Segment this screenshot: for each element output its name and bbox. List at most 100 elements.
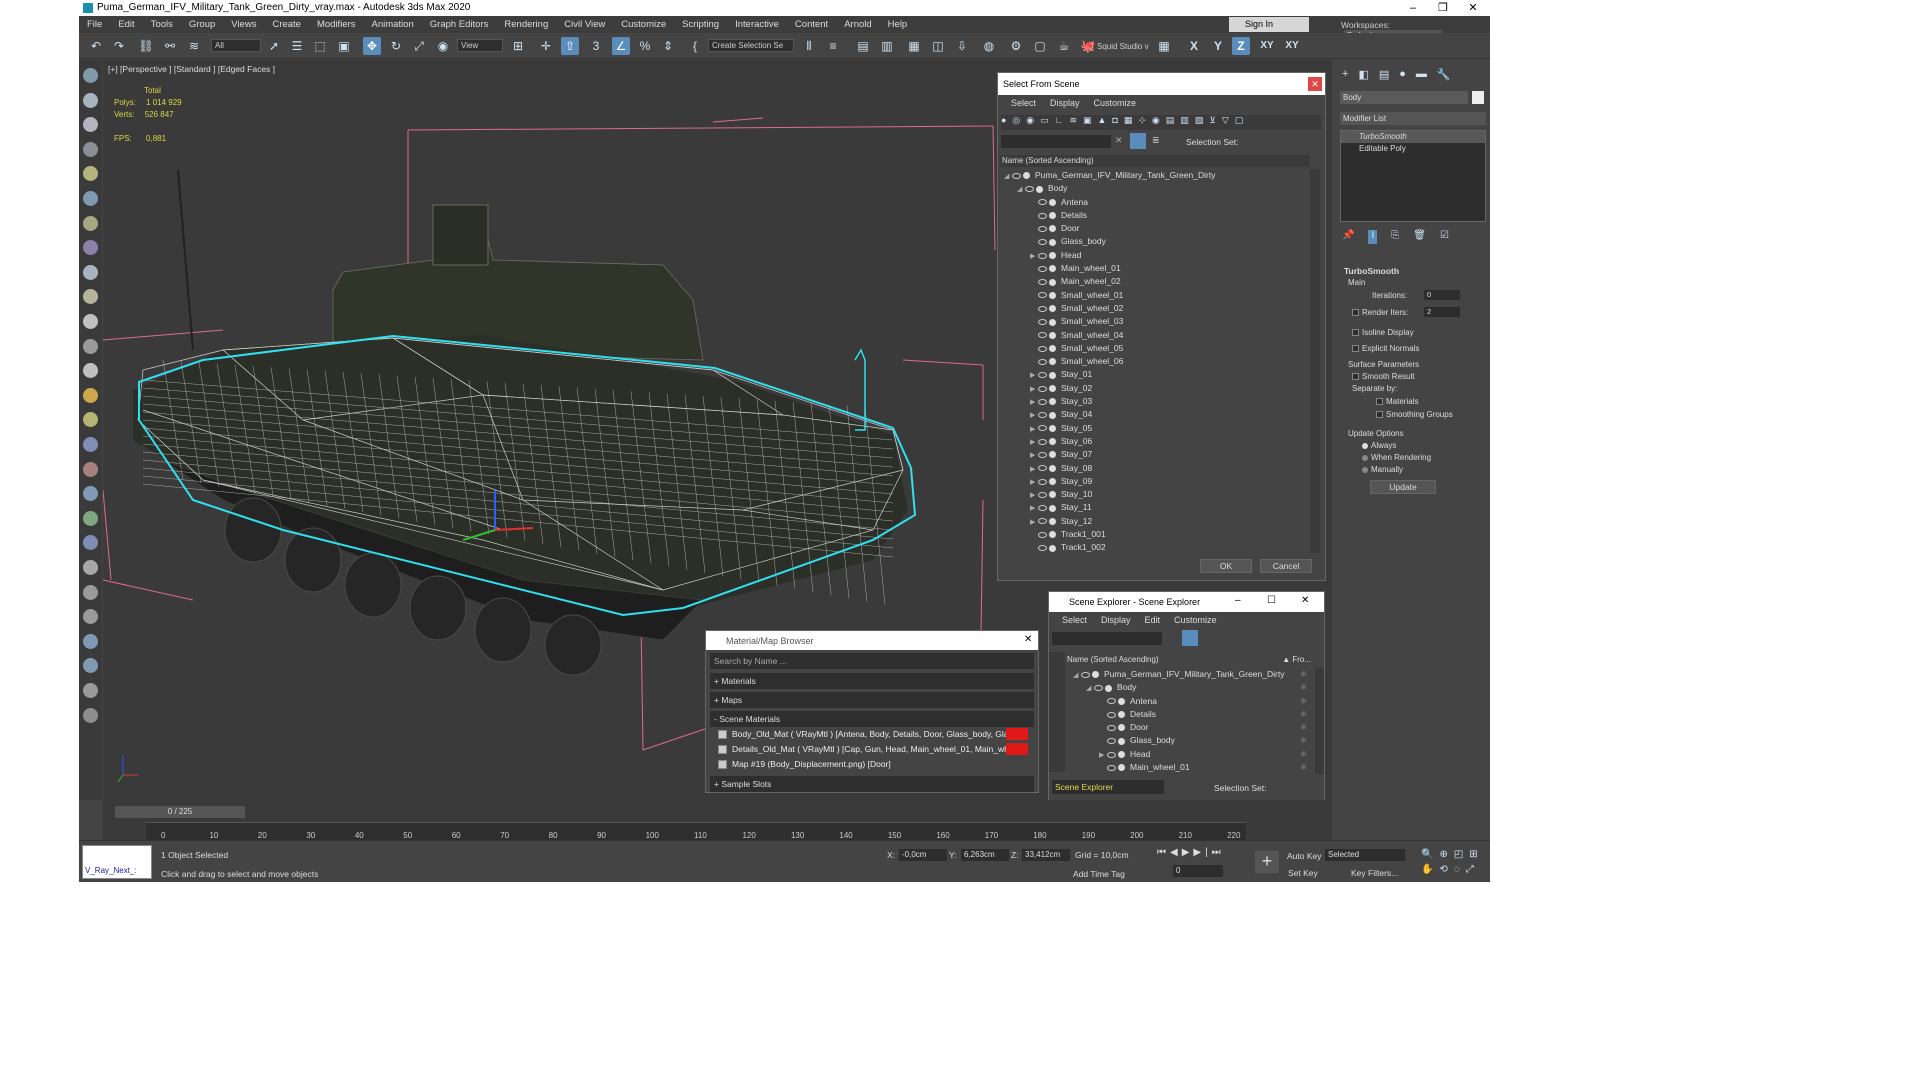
- tree-row[interactable]: ▶ Stay_04: [998, 408, 1310, 421]
- menu-item-edit[interactable]: Edit: [110, 19, 142, 30]
- freeze-icon[interactable]: ❄: [1300, 668, 1307, 681]
- tree-row[interactable]: ▶ Stay_05: [998, 422, 1310, 435]
- clear-search-icon[interactable]: ✕: [1115, 135, 1123, 146]
- visibility-eye-icon[interactable]: [1038, 465, 1047, 472]
- material-item[interactable]: Body_Old_Mat ( VRayMtl ) [Antena, Body, …: [718, 727, 1030, 741]
- update-button[interactable]: Update: [1370, 480, 1436, 494]
- menu-item-views[interactable]: Views: [223, 19, 264, 30]
- material-item[interactable]: Details_Old_Mat ( VRayMtl ) [Cap, Gun, H…: [718, 742, 1030, 756]
- visibility-eye-icon[interactable]: [1038, 332, 1047, 339]
- scale-icon[interactable]: ⤢: [410, 37, 428, 55]
- tree-row[interactable]: ▶ Stay_11: [998, 501, 1310, 514]
- se-search-input[interactable]: [1052, 632, 1162, 645]
- close-icon[interactable]: ✕: [1024, 634, 1032, 645]
- command-tool-icon[interactable]: [83, 68, 98, 83]
- key-filters-button[interactable]: Key Filters...: [1351, 868, 1398, 878]
- mirror-icon[interactable]: ⫴: [800, 37, 818, 55]
- command-tool-icon[interactable]: [83, 117, 98, 133]
- command-tool-icon[interactable]: [83, 707, 98, 723]
- command-tool-icon[interactable]: [83, 240, 98, 256]
- command-tool-icon[interactable]: [83, 633, 98, 649]
- layer-explorer-icon[interactable]: ▥: [878, 37, 896, 55]
- tree-row[interactable]: Main_wheel_01 ❄: [1067, 761, 1313, 774]
- sfs-search-input[interactable]: [1001, 135, 1111, 148]
- menu-item-help[interactable]: Help: [880, 19, 916, 30]
- scene-explorer-icon[interactable]: ▤: [854, 37, 872, 55]
- freeze-icon[interactable]: ❄: [1300, 721, 1307, 734]
- freeze-icon[interactable]: ❄: [1300, 695, 1307, 708]
- command-tool-icon[interactable]: [83, 387, 98, 403]
- tree-row[interactable]: ◢ Puma_German_IFV_Military_Tank_Green_Dir…: [1067, 668, 1313, 681]
- mmb-scene-materials-group[interactable]: - Scene Materials: [710, 711, 1034, 727]
- visibility-eye-icon[interactable]: [1038, 412, 1047, 419]
- tree-row[interactable]: ▶ Stay_10: [998, 488, 1310, 501]
- create-tab-icon[interactable]: +: [1342, 68, 1348, 82]
- tree-row[interactable]: ◢ Puma_German_IFV_Military_Tank_Green_Dir…: [998, 169, 1310, 182]
- make-unique-icon[interactable]: ⎘: [1391, 230, 1399, 244]
- link-icon[interactable]: ⛓: [137, 37, 155, 55]
- manually-radio[interactable]: [1362, 466, 1368, 473]
- expand-arrow-icon[interactable]: ▶: [1030, 383, 1038, 396]
- render-iters-checkbox[interactable]: [1352, 309, 1359, 317]
- visibility-eye-icon[interactable]: [1038, 491, 1047, 498]
- se-column-header[interactable]: Name (Sorted Ascending) ▲ Fro...: [1067, 654, 1317, 666]
- redo-icon[interactable]: ↷: [110, 37, 128, 55]
- tree-row[interactable]: Small_wheel_03: [998, 315, 1310, 328]
- command-tool-icon[interactable]: [83, 215, 98, 231]
- visibility-eye-icon[interactable]: [1038, 252, 1047, 259]
- visibility-eye-icon[interactable]: [1038, 265, 1047, 272]
- tree-row[interactable]: ◢ Body: [998, 182, 1310, 195]
- undo-icon[interactable]: ↶: [87, 37, 105, 55]
- tree-row[interactable]: Track1_002: [998, 541, 1310, 553]
- x-coord-field[interactable]: -0,0cm: [899, 849, 947, 861]
- render-production-icon[interactable]: ☕: [1055, 37, 1073, 55]
- command-tool-icon[interactable]: [83, 264, 98, 280]
- select-manipulate-icon[interactable]: ✛: [537, 37, 555, 55]
- menu-item-modifiers[interactable]: Modifiers: [309, 19, 364, 30]
- schematic-view-icon[interactable]: ⇩: [953, 37, 971, 55]
- visibility-eye-icon[interactable]: [1038, 438, 1047, 445]
- restore-icon[interactable]: ❐: [1433, 1, 1453, 15]
- axis-xy-cycle-button[interactable]: XY: [1281, 37, 1303, 55]
- se-menu-display[interactable]: Display: [1094, 615, 1138, 625]
- grid-icon[interactable]: ▦: [1155, 37, 1173, 55]
- visibility-eye-icon[interactable]: [1038, 212, 1047, 219]
- collapse-arrow-icon[interactable]: ◢: [1086, 682, 1094, 695]
- menu-item-scripting[interactable]: Scripting: [674, 19, 727, 30]
- tree-row[interactable]: ▶ Stay_12: [998, 515, 1310, 528]
- window-crossing-icon[interactable]: ▣: [335, 37, 353, 55]
- tree-row[interactable]: ▶ Stay_08: [998, 462, 1310, 475]
- tree-row[interactable]: ▶ Head: [998, 249, 1310, 262]
- collapse-arrow-icon[interactable]: ◢: [1073, 669, 1081, 682]
- visibility-eye-icon[interactable]: [1038, 305, 1047, 312]
- close-icon[interactable]: ✕: [1308, 77, 1322, 91]
- minimize-icon[interactable]: –: [1235, 595, 1241, 606]
- utilities-tab-icon[interactable]: 🔧: [1437, 68, 1451, 82]
- se-menu-edit[interactable]: Edit: [1138, 615, 1168, 625]
- material-editor-icon[interactable]: ◍: [980, 37, 998, 55]
- se-menu-select[interactable]: Select: [1055, 615, 1094, 625]
- align-icon[interactable]: ≡: [824, 37, 842, 55]
- expand-arrow-icon[interactable]: ▶: [1030, 409, 1038, 422]
- visibility-eye-icon[interactable]: [1038, 451, 1047, 458]
- visibility-eye-icon[interactable]: [1038, 478, 1047, 485]
- freeze-icon[interactable]: ❄: [1300, 761, 1307, 774]
- expand-arrow-icon[interactable]: ▶: [1030, 489, 1038, 502]
- display-tab-icon[interactable]: ▬: [1416, 68, 1427, 82]
- menu-item-rendering[interactable]: Rendering: [496, 19, 556, 30]
- move-icon[interactable]: ✥: [363, 37, 381, 55]
- menu-item-customize[interactable]: Customize: [613, 19, 674, 30]
- visibility-eye-icon[interactable]: [1038, 239, 1047, 246]
- tree-row[interactable]: Details ❄: [1067, 708, 1313, 721]
- y-coord-field[interactable]: 6,263cm: [961, 849, 1009, 861]
- snaps-toggle-icon[interactable]: 3: [587, 37, 605, 55]
- when-rendering-radio[interactable]: [1362, 454, 1368, 461]
- object-name-field[interactable]: Body: [1340, 91, 1468, 104]
- stack-item-editable-poly[interactable]: Editable Poly: [1341, 143, 1485, 155]
- visibility-eye-icon[interactable]: [1081, 671, 1090, 678]
- tree-row[interactable]: Glass_body: [998, 235, 1310, 248]
- visibility-eye-icon[interactable]: [1038, 319, 1047, 326]
- bind-space-warp-icon[interactable]: ≋: [185, 37, 203, 55]
- command-tool-icon[interactable]: [83, 92, 98, 108]
- tree-row[interactable]: Main_wheel_02: [998, 275, 1310, 288]
